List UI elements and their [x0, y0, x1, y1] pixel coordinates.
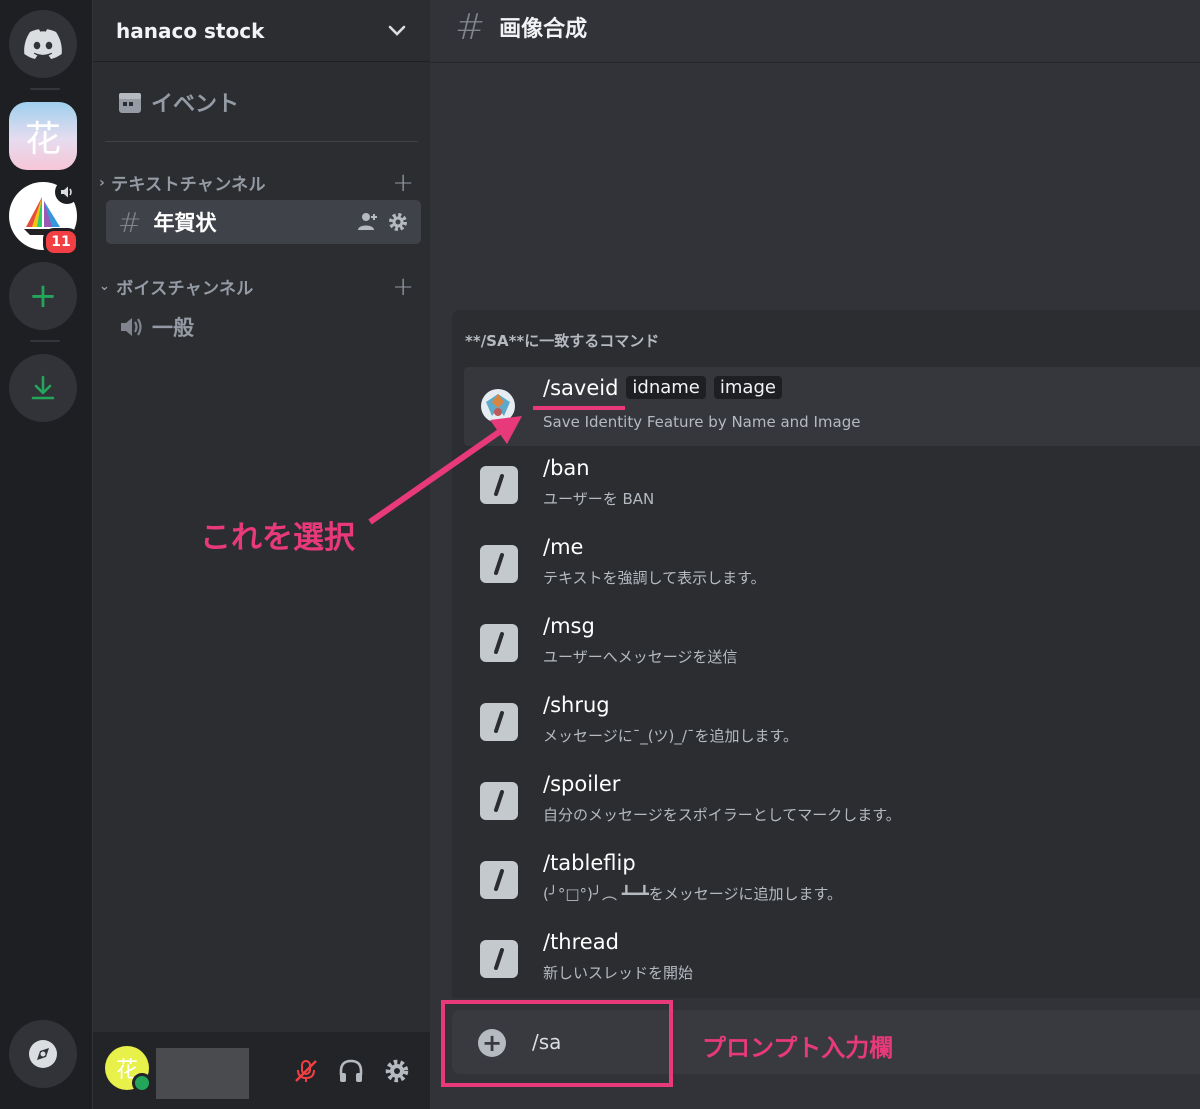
notification-badge: 11 [43, 228, 79, 256]
user-settings-icon[interactable] [384, 1058, 410, 1084]
chevron-right-icon: › [99, 174, 106, 191]
command-row-saveid[interactable]: /saveid idname image Save Identity Feature… [464, 367, 1200, 446]
command-row-me[interactable]: /me テキストを強調して表示します。 [464, 527, 1200, 606]
command-description: テキストを強調して表示します。 [543, 569, 766, 587]
slash-command-icon [480, 861, 518, 899]
speaker-icon [121, 318, 142, 336]
voice-channel-name: 一般 [152, 316, 194, 340]
text-category[interactable]: › テキストチャンネル [99, 170, 266, 196]
command-name: /spoiler [543, 772, 621, 796]
avatar[interactable]: 花 [105, 1046, 152, 1093]
chevron-down-icon [388, 25, 406, 36]
rail-divider-2 [30, 340, 60, 342]
slash-command-icon [480, 545, 518, 583]
chevron-down-small-icon: ⌄ [99, 279, 111, 294]
command-name: /me [543, 535, 584, 559]
annotation-select-this: これを選択 [200, 520, 355, 556]
add-server-button[interactable]: + [9, 262, 77, 330]
download-icon [31, 375, 55, 400]
calendar-icon [119, 93, 141, 113]
command-row-shrug[interactable]: /shrug メッセージに¯_(ツ)_/¯を追加します。 [464, 685, 1200, 764]
server-hanaco-glyph: 花 [24, 119, 61, 160]
guild-name: hanaco stock [116, 18, 265, 43]
command-row-spoiler[interactable]: /spoiler 自分のメッセージをスポイラーとしてマークします。 [464, 764, 1200, 843]
command-description: (╯°□°)╯︵ ┻━┻をメッセージに追加します。 [543, 885, 842, 903]
home-button[interactable] [9, 10, 77, 78]
bot-avatar-icon [481, 389, 515, 423]
slash-command-icon [480, 940, 518, 978]
events-label: イベント [151, 92, 240, 117]
speaker-indicator [55, 180, 79, 204]
command-description: メッセージに¯_(ツ)_/¯を追加します。 [543, 727, 798, 745]
slash-command-icon [480, 782, 518, 820]
command-name: /shrug [543, 693, 610, 717]
compass-icon [29, 1040, 57, 1068]
attach-plus-icon[interactable]: + [478, 1029, 506, 1057]
voice-category-label: ボイスチャンネル [116, 279, 254, 299]
sidebar-divider [105, 141, 418, 142]
invite-icon[interactable] [357, 211, 379, 233]
speaker-icon [61, 186, 72, 198]
command-row-ban[interactable]: /ban ユーザーを BAN [464, 448, 1200, 527]
channel-topbar: # 画像合成 [430, 0, 1200, 54]
slash-command-icon [480, 624, 518, 662]
channel-name: 年賀状 [153, 211, 217, 235]
download-apps-button[interactable] [9, 354, 77, 422]
slash-command-icon [480, 703, 518, 741]
command-row-msg[interactable]: /msg ユーザーへメッセージを送信 [464, 606, 1200, 685]
username-redacted [156, 1048, 249, 1099]
voice-category[interactable]: ⌄ ボイスチャンネル [99, 274, 254, 299]
events-item[interactable]: イベント [105, 80, 415, 124]
guild-header[interactable]: hanaco stock [93, 0, 430, 62]
server-hanaco[interactable]: 花 [9, 102, 77, 170]
server-rail: 花 11 + [0, 0, 92, 1109]
create-text-channel-icon[interactable]: + [392, 170, 414, 196]
discover-button[interactable] [9, 1020, 77, 1088]
gear-icon[interactable] [387, 211, 409, 233]
user-panel: 花 [93, 1032, 430, 1109]
plus-icon: + [28, 276, 58, 316]
discord-logo-icon [24, 29, 62, 59]
hash-icon: # [455, 6, 486, 48]
command-name: /ban [543, 456, 590, 480]
channel-item-nengajo[interactable]: # 年賀状 [106, 200, 421, 244]
annotation-prompt-field: プロンプト入力欄 [702, 1034, 894, 1062]
command-description: 新しいスレッドを開始 [543, 964, 694, 982]
command-description: 自分のメッセージをスポイラーとしてマークします。 [543, 806, 901, 824]
slash-command-icon [480, 466, 518, 504]
mic-muted-icon[interactable] [293, 1058, 319, 1084]
headphones-icon[interactable] [338, 1058, 364, 1084]
text-category-label: テキストチャンネル [111, 175, 266, 195]
create-voice-channel-icon[interactable]: + [392, 274, 414, 300]
rail-divider [30, 88, 60, 90]
command-name: /msg [543, 614, 595, 638]
command-row-thread[interactable]: /thread 新しいスレッドを開始 [464, 922, 1200, 1001]
option-chip: image [713, 376, 782, 399]
command-description: Save Identity Feature by Name and Image [543, 413, 861, 431]
autocomplete-header: **/SA**に一致するコマンド [465, 332, 660, 350]
option-chip: idname [626, 376, 706, 399]
server-sailboat[interactable]: 11 [9, 180, 79, 256]
command-name: /thread [543, 930, 619, 954]
hash-icon: # [118, 205, 142, 239]
command-name: /tableflip [543, 851, 636, 875]
command-row-tableflip[interactable]: /tableflip (╯°□°)╯︵ ┻━┻をメッセージに追加します。 [464, 843, 1200, 922]
channel-title: 画像合成 [499, 17, 588, 42]
voice-channel-general[interactable]: 一般 [106, 305, 421, 349]
topbar-divider [430, 62, 1200, 63]
command-autocomplete: **/SA**に一致するコマンド /saveid idname image Save… [452, 310, 1200, 998]
command-description: ユーザーを BAN [543, 490, 655, 508]
message-input[interactable]: /sa [532, 1030, 561, 1054]
online-status-icon [132, 1073, 152, 1093]
command-name: /saveid [543, 376, 619, 400]
command-description: ユーザーへメッセージを送信 [543, 648, 738, 666]
